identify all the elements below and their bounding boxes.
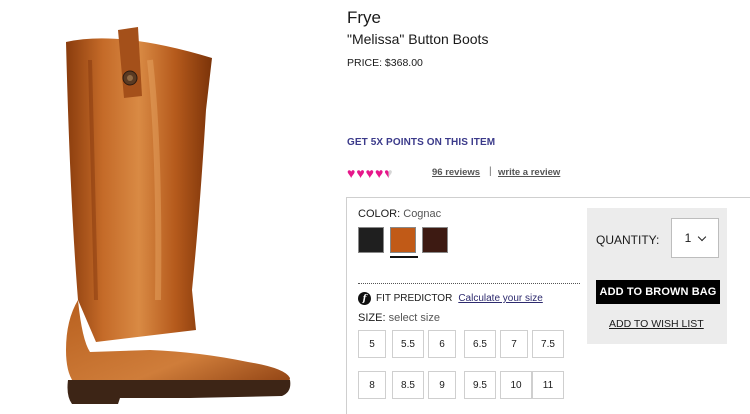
divider: [358, 283, 580, 284]
color-label-text: COLOR:: [358, 208, 401, 220]
size-option[interactable]: 7.5: [532, 330, 564, 358]
chevron-down-icon: [698, 232, 707, 241]
product-brand: Frye: [347, 8, 381, 27]
size-option[interactable]: 7: [500, 330, 528, 358]
product-name: "Melissa" Button Boots: [347, 31, 489, 47]
reviews-link[interactable]: 96 reviews: [432, 167, 480, 178]
product-price: PRICE: $368.00: [347, 57, 423, 69]
review-separator: |: [489, 166, 492, 177]
size-option[interactable]: 5.5: [392, 330, 424, 358]
size-label: SIZE: select size: [358, 312, 440, 324]
color-selected-value: Cognac: [403, 208, 442, 220]
size-option[interactable]: 11: [532, 371, 564, 399]
color-swatch-cognac[interactable]: [390, 227, 416, 253]
selected-swatch-indicator: [390, 256, 418, 258]
quantity-label: QUANTITY:: [596, 233, 660, 247]
size-option[interactable]: 9.5: [464, 371, 496, 399]
size-prompt: select size: [388, 312, 440, 324]
heart-icon: ♥: [374, 165, 384, 181]
fit-predictor-icon: f: [358, 292, 371, 305]
size-option[interactable]: 5: [358, 330, 386, 358]
add-to-wish-list-link[interactable]: ADD TO WISH LIST: [609, 318, 704, 330]
product-image: [0, 0, 335, 414]
size-option[interactable]: 8.5: [392, 371, 424, 399]
size-option[interactable]: 6: [428, 330, 456, 358]
color-swatch-dark-brown[interactable]: [422, 227, 448, 253]
quantity-select[interactable]: 1: [671, 218, 719, 258]
size-label-text: SIZE:: [358, 312, 386, 324]
points-promo-link[interactable]: GET 5X POINTS ON THIS ITEM: [347, 137, 495, 148]
color-swatch-black[interactable]: [358, 227, 384, 253]
boot-illustration: [66, 27, 291, 404]
rating-hearts: ♥ ♥ ♥ ♥ ♥: [347, 165, 393, 181]
size-option[interactable]: 9: [428, 371, 456, 399]
color-label: COLOR: Cognac: [358, 208, 441, 220]
heart-icon: ♥: [365, 165, 374, 181]
add-to-bag-button[interactable]: ADD TO BROWN BAG: [596, 280, 720, 304]
fit-predictor: f FIT PREDICTOR Calculate your size: [358, 292, 543, 305]
fit-predictor-label: FIT PREDICTOR: [376, 293, 453, 304]
calculate-size-link[interactable]: Calculate your size: [458, 293, 542, 304]
size-option[interactable]: 8: [358, 371, 386, 399]
quantity-value: 1: [684, 231, 692, 245]
write-review-link[interactable]: write a review: [498, 167, 560, 178]
heart-icon: ♥: [356, 165, 365, 181]
heart-icon: ♥: [347, 165, 356, 181]
size-option[interactable]: 10: [500, 371, 532, 399]
size-option[interactable]: 6.5: [464, 330, 496, 358]
heart-icon: ♥: [384, 165, 393, 181]
